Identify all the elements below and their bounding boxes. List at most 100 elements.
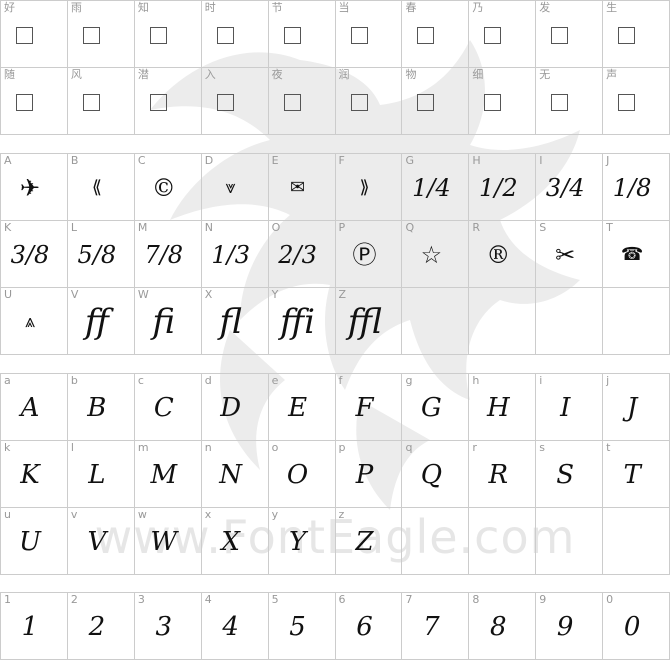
glyph-cell: A ✈ [1,154,68,221]
glyph-key-label: e [271,374,279,387]
glyph-cell: oO [268,441,336,508]
glyph-key-label: Y [271,288,279,301]
glyph-key-label: 润 [338,68,350,81]
ligature-glyph: fl [219,302,243,342]
glyph-cell: nN [201,441,269,508]
glyph-key-label: 9 [539,593,547,606]
ligature-glyph: ffl [347,302,382,342]
letter-glyph: T [623,460,641,490]
glyph-cell: 潜 [134,68,202,135]
glyph-key-label: d [204,374,212,387]
glyph-cell: sS [536,441,604,508]
letter-glyph: A [20,393,40,423]
glyph-cell: H 1/2 [469,154,537,221]
glyph-cell: cC [134,374,202,441]
letter-glyph: R [488,460,509,490]
glyph-key-label: 8 [472,593,480,606]
glyph-key-label: r [472,441,477,454]
glyph-cell: 好 [1,1,68,68]
glyph-key-label: 雨 [70,1,82,14]
glyph-key-label: m [137,441,149,454]
glyph-cell: E ✉ [268,154,336,221]
glyph-key-label: c [137,374,144,387]
fraction-glyph: 5/8 [77,241,117,269]
glyph-key-label: Z [338,288,347,301]
empty-cell [469,288,537,355]
fraction-glyph: 3/8 [10,241,50,269]
missing-glyph-box-icon [551,27,569,44]
empty-cell [536,508,604,575]
letter-glyph: P [355,460,374,490]
glyph-key-label: 无 [539,68,551,81]
glyph-cell: 雨 [67,1,135,68]
glyph-key-label: p [338,441,346,454]
glyph-key-label: v [70,508,78,521]
glyph-key-label: 物 [405,68,417,81]
glyph-cell: D ⩔ [201,154,269,221]
glyph-key-label: 当 [338,1,350,14]
glyph-key-label: P [338,221,346,234]
glyph-key-label: N [204,221,213,234]
glyph-cell: pP [335,441,403,508]
glyph-key-label: u [4,508,11,521]
glyph-cell: 发 [536,1,604,68]
digit-glyph: 5 [289,612,306,642]
digit-glyph: 9 [556,612,574,642]
glyph-cell: M 7/8 [134,221,202,288]
glyph-key-label: X [204,288,213,301]
fraction-glyph: 1/8 [612,174,652,202]
glyph-cell: uU [1,508,68,575]
glyph-cell: 物 [402,68,470,135]
missing-glyph-box-icon [350,27,368,44]
fraction-glyph: 1/2 [478,174,518,202]
glyph-cell: 乃 [469,1,537,68]
missing-glyph-box-icon [350,94,368,111]
glyph-cell: 夜 [268,68,336,135]
cjk-glyph-grid: 好 雨 知 时 节 当 春 乃 发 生 随 风 潜 入 夜 润 物 细 无 声 [0,0,670,135]
glyph-key-label: 声 [606,68,618,81]
glyph-cell: iI [536,374,604,441]
letter-glyph: S [556,460,575,490]
glyph-cell: vV [67,508,135,575]
glyph-cell: 55 [268,593,336,660]
glyph-key-label: j [606,374,610,387]
letter-glyph: Y [288,527,307,557]
glyph-key-label: G [405,154,414,167]
empty-cell [603,288,670,355]
glyph-key-label: t [606,441,611,454]
glyph-key-label: K [4,221,12,234]
glyph-cell: K 3/8 [1,221,68,288]
glyph-key-label: 7 [405,593,413,606]
letter-glyph: W [150,527,178,557]
glyph-key-label: S [539,221,547,234]
digit-glyph-grid: 11 22 33 44 55 66 77 88 99 00 [0,592,670,660]
missing-glyph-box-icon [82,94,100,111]
glyph-key-label: C [137,154,146,167]
missing-glyph-box-icon [417,27,435,44]
glyph-cell: 春 [402,1,470,68]
glyph-key-label: 潜 [137,68,149,81]
glyph-key-label: 乃 [472,1,484,14]
glyph-cell: 声 [603,68,670,135]
glyph-cell: qQ [402,441,470,508]
missing-glyph-box-icon [16,27,33,44]
glyph-cell: 随 [1,68,68,135]
glyph-cell: J 1/8 [603,154,670,221]
glyph-key-label: f [338,374,343,387]
glyph-cell: I 3/4 [536,154,604,221]
missing-glyph-box-icon [551,94,569,111]
glyph-key-label: T [606,221,613,234]
telephone-icon: ☎ [620,244,644,265]
glyph-key-label: 1 [4,593,11,606]
empty-cell [603,508,670,575]
glyph-key-label: g [405,374,413,387]
glyph-key-label: 入 [204,68,216,81]
empty-cell [402,508,470,575]
glyph-cell: 风 [67,68,135,135]
glyph-key-label: 3 [137,593,145,606]
glyph-cell: 33 [134,593,202,660]
glyph-cell: 66 [335,593,403,660]
glyph-cell: xX [201,508,269,575]
letter-glyph: H [486,393,510,423]
fraction-glyph: 1/4 [412,174,451,202]
